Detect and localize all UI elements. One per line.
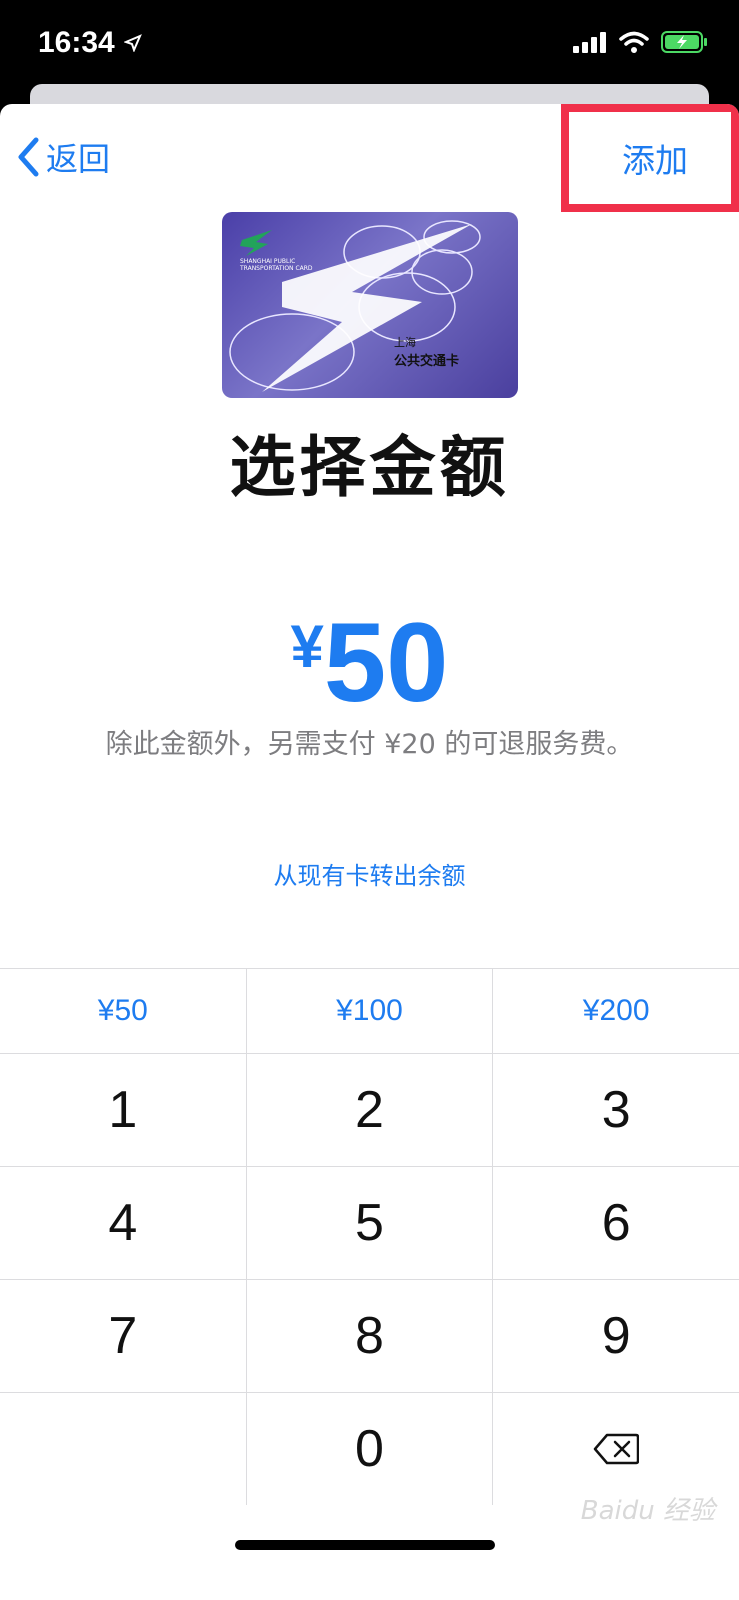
add-card-sheet: 返回 添加 SHANGHAI PUBLIC TRANSPORTATION CAR… — [0, 104, 739, 1600]
amount-currency: ¥ — [290, 613, 324, 680]
signal-icon — [573, 32, 606, 53]
preset-100-button[interactable]: ¥100 — [247, 969, 494, 1053]
status-icons — [573, 30, 709, 54]
keypad-row-3: 7 8 9 — [0, 1279, 739, 1392]
page-title: 选择金额 — [229, 429, 510, 506]
card-city: 上海 — [394, 336, 416, 349]
delete-key[interactable] — [493, 1393, 739, 1505]
backspace-icon — [593, 1433, 640, 1465]
location-arrow-icon — [124, 34, 142, 52]
key-2[interactable]: 2 — [247, 1054, 494, 1166]
status-bar: 16:34 — [0, 0, 739, 90]
wifi-icon — [619, 31, 649, 53]
preset-200-button[interactable]: ¥200 — [493, 969, 739, 1053]
key-1[interactable]: 1 — [0, 1054, 247, 1166]
chevron-left-icon — [18, 137, 39, 177]
keypad-row-4: 0 — [0, 1392, 739, 1505]
battery-charging-icon — [661, 31, 707, 53]
key-5[interactable]: 5 — [247, 1167, 494, 1279]
key-6[interactable]: 6 — [493, 1167, 739, 1279]
keypad-row-2: 4 5 6 — [0, 1166, 739, 1279]
key-8[interactable]: 8 — [247, 1280, 494, 1392]
watermark: Baidu 经验 — [580, 1496, 715, 1526]
transport-card-image: SHANGHAI PUBLIC TRANSPORTATION CARD 上海 公… — [222, 212, 518, 398]
key-3[interactable]: 3 — [493, 1054, 739, 1166]
key-empty — [0, 1393, 247, 1505]
transfer-balance-link[interactable]: 从现有卡转出余额 — [0, 856, 739, 891]
key-9[interactable]: 9 — [493, 1280, 739, 1392]
preset-row: ¥50 ¥100 ¥200 — [0, 968, 739, 1053]
add-button[interactable]: 添加 — [622, 134, 688, 182]
amount-display: ¥50 — [0, 598, 739, 727]
status-time: 16:34 — [38, 26, 115, 59]
back-label: 返回 — [46, 140, 111, 178]
key-4[interactable]: 4 — [0, 1167, 247, 1279]
keypad-row-1: 1 2 3 — [0, 1053, 739, 1166]
card-name-zh: 公共交通卡 — [394, 354, 460, 369]
amount-keypad: ¥50 ¥100 ¥200 1 2 3 4 5 6 7 8 9 0 — [0, 968, 739, 1505]
key-0[interactable]: 0 — [247, 1393, 494, 1505]
home-indicator[interactable] — [235, 1540, 495, 1550]
preset-50-button[interactable]: ¥50 — [0, 969, 247, 1053]
key-7[interactable]: 7 — [0, 1280, 247, 1392]
amount-value: 50 — [323, 600, 449, 725]
card-name-en: SHANGHAI PUBLIC TRANSPORTATION CARD — [240, 258, 313, 272]
card-art — [229, 220, 481, 392]
fee-note: 除此金额外，另需支付 ¥20 的可退服务费。 — [105, 729, 634, 760]
back-button[interactable]: 返回 — [16, 134, 110, 180]
